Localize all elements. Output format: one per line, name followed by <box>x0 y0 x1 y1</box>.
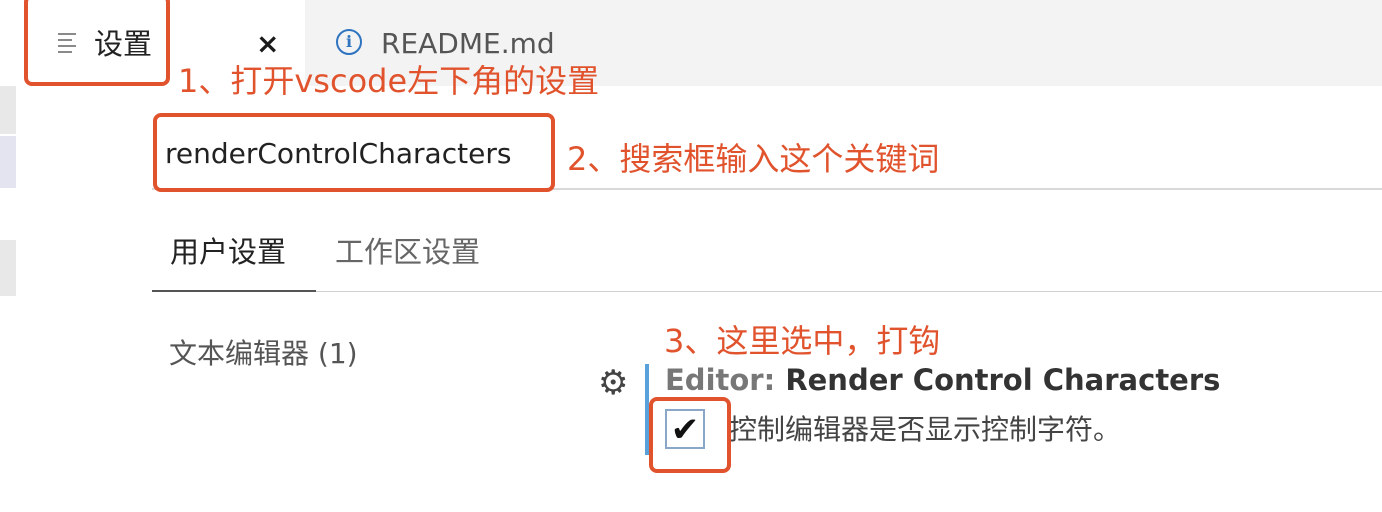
tab-readme-label: README.md <box>381 27 555 60</box>
tab-workspace-settings[interactable]: 工作区设置 <box>335 230 480 274</box>
close-icon[interactable]: × <box>256 26 279 62</box>
annotation-box-checkbox <box>649 397 731 473</box>
setting-name: Render Control Characters <box>785 363 1221 397</box>
tab-user-settings[interactable]: 用户设置 <box>170 230 286 274</box>
gear-icon[interactable]: ⚙ <box>598 366 628 400</box>
info-icon: i <box>336 29 362 55</box>
setting-category: Editor: <box>665 363 776 397</box>
toc-item-text-editor[interactable]: 文本编辑器 (1) <box>169 334 358 374</box>
sidebar-strip <box>0 240 16 296</box>
annotation-box-search <box>153 113 555 192</box>
annotation-step-1: 1、打开vscode左下角的设置 <box>178 62 600 100</box>
sidebar-strip <box>0 136 16 188</box>
tab-bar-empty-area <box>632 0 1382 86</box>
setting-description: 控制编辑器是否显示控制字符。 <box>729 413 1122 446</box>
setting-title: Editor: Render Control Characters <box>665 360 1220 400</box>
divider <box>316 291 1382 292</box>
annotation-step-3: 3、这里选中，打钩 <box>664 322 941 360</box>
sidebar-strip <box>0 86 16 134</box>
annotation-step-2: 2、搜索框输入这个关键词 <box>567 140 940 178</box>
annotation-box-settings-tab <box>24 0 170 86</box>
active-tab-underline <box>152 290 316 292</box>
